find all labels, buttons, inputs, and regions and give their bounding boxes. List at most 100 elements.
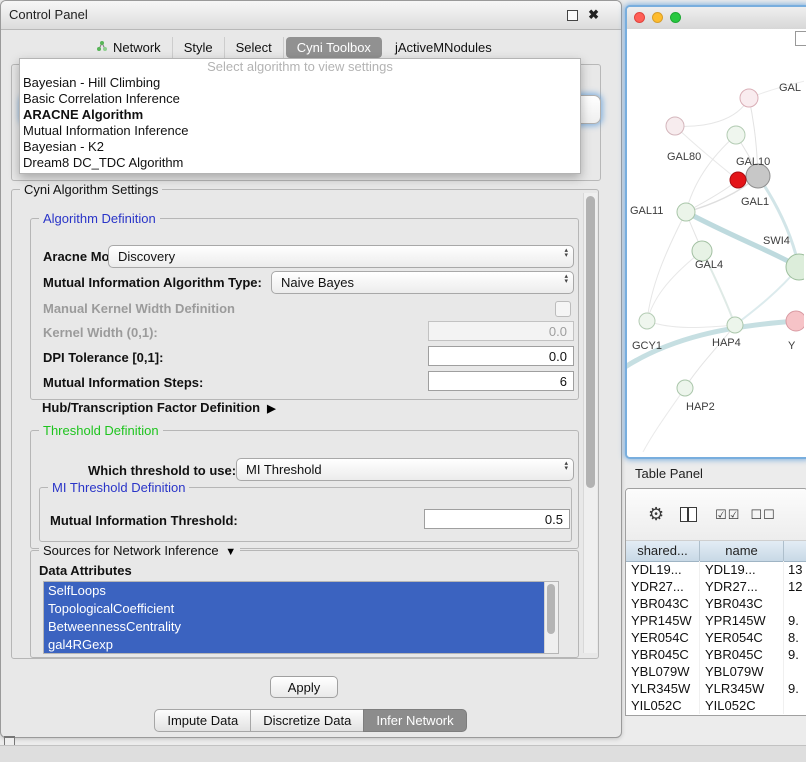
attribute-list-item[interactable]: TopologicalCoefficient	[44, 600, 545, 618]
combo-arrows-icon: ▴▾	[564, 274, 568, 284]
expanded-arrow-icon[interactable]: ▼	[225, 546, 236, 558]
attribute-list-item[interactable]: BetweennessCentrality	[44, 618, 545, 636]
gear-icon[interactable]: ⚙	[648, 504, 664, 525]
network-edge[interactable]	[647, 251, 702, 321]
select-all-checkboxes-icon[interactable]: ☑☑	[715, 507, 740, 523]
tab-style[interactable]: Style	[173, 37, 225, 58]
float-window-icon[interactable]	[567, 10, 578, 21]
attribute-list-item[interactable]: gal4RGexp	[44, 636, 545, 654]
dropdown-item[interactable]: Mutual Information Inference	[20, 123, 580, 139]
mac-zoom-button[interactable]	[670, 12, 681, 23]
network-window-titlebar[interactable]	[627, 7, 806, 30]
dropdown-item[interactable]: Bayesian - K2	[20, 139, 580, 155]
cell-extra: 8.	[784, 629, 806, 646]
table-row[interactable]: YDL19... YDL19... 13	[626, 561, 806, 578]
mi-threshold-title: MI Threshold Definition	[48, 480, 189, 495]
close-icon[interactable]: ✖	[588, 1, 599, 29]
scrollbar-thumb[interactable]	[586, 196, 595, 488]
list-scrollbar[interactable]	[544, 582, 558, 653]
dropdown-item[interactable]: Bayesian - Hill Climbing	[20, 75, 580, 91]
tab-select[interactable]: Select	[225, 37, 284, 58]
tab-label: jActiveMNodules	[395, 40, 492, 55]
cell-name: YBR045C	[700, 646, 784, 663]
collapsed-arrow-icon: ▶	[267, 403, 275, 415]
table-row[interactable]: YDR27... YDR27... 12	[626, 578, 806, 595]
network-node[interactable]	[740, 89, 758, 107]
deselect-all-checkboxes-icon[interactable]: ☐☐	[750, 507, 775, 523]
manual-kernel-label: Manual Kernel Width Definition	[43, 301, 235, 316]
cell-shared-name: YER054C	[626, 629, 700, 646]
node-label: GCY1	[632, 340, 662, 352]
network-node[interactable]	[727, 126, 745, 144]
table-row[interactable]: YER054C YER054C 8.	[626, 629, 806, 646]
tab-jactivemnodules[interactable]: jActiveMNodules	[384, 37, 503, 58]
mac-minimize-button[interactable]	[652, 12, 663, 23]
node-label: SWI4	[763, 235, 790, 247]
control-panel-titlebar[interactable]: Control Panel ✖	[1, 1, 621, 30]
dpi-tolerance-input[interactable]	[428, 346, 574, 366]
table-row[interactable]: YIL052C YIL052C	[626, 697, 806, 714]
network-edge[interactable]	[643, 388, 685, 452]
attribute-list-item[interactable]: SelfLoops	[44, 582, 545, 600]
network-edge[interactable]	[758, 176, 799, 267]
hub-tf-definition-toggle[interactable]: Hub/Transcription Factor Definition▶	[42, 400, 276, 415]
scrollbar-thumb[interactable]	[547, 584, 555, 634]
network-node[interactable]	[677, 203, 695, 221]
table-row[interactable]: YBL079W YBL079W	[626, 663, 806, 680]
sources-group: Sources for Network Inference ▼ Data Att…	[30, 550, 579, 658]
network-canvas[interactable]: GALGAL80GAL10GAL11GAL1SWI4GAL4GCY1HAP4YH…	[627, 29, 806, 457]
table-row[interactable]: YPR145W YPR145W 9.	[626, 612, 806, 629]
threshold-definition-title: Threshold Definition	[39, 423, 163, 438]
network-node[interactable]	[677, 380, 693, 396]
network-node[interactable]	[727, 317, 743, 333]
mac-close-button[interactable]	[634, 12, 645, 23]
cell-extra: 13	[784, 561, 806, 578]
cell-extra	[784, 697, 806, 714]
node-label: HAP4	[712, 337, 741, 349]
table-toolbar: ⚙ ☑☑ ☐☐	[626, 489, 806, 541]
network-node[interactable]	[692, 241, 712, 261]
table-row[interactable]: YLR345W YLR345W 9.	[626, 680, 806, 697]
mi-algorithm-select[interactable]: Naive Bayes ▴▾	[271, 271, 574, 294]
control-panel-window: Control Panel ✖ Network Style Select Cyn…	[0, 0, 622, 738]
node-label: HAP2	[686, 401, 715, 413]
tab-infer-network[interactable]: Infer Network	[363, 709, 466, 732]
table-row[interactable]: YBR043C YBR043C	[626, 595, 806, 612]
algorithm-dropdown-popup: Select algorithm to view settings Bayesi…	[19, 58, 581, 174]
cell-shared-name: YIL052C	[626, 697, 700, 714]
dropdown-item[interactable]: Dream8 DC_TDC Algorithm	[20, 155, 580, 171]
tab-label: Network	[113, 40, 161, 55]
network-node[interactable]	[730, 172, 746, 188]
column-header-extra[interactable]	[784, 541, 806, 561]
column-header-shared-name[interactable]: shared...	[626, 541, 700, 561]
tab-cyni-toolbox[interactable]: Cyni Toolbox	[286, 37, 382, 58]
combo-value: Naive Bayes	[281, 272, 354, 293]
settings-scrollbar[interactable]	[583, 193, 597, 653]
attribute-name: SelfLoops	[48, 583, 106, 598]
scroll-corner-box[interactable]	[795, 31, 806, 46]
which-threshold-select[interactable]: MI Threshold ▴▾	[236, 458, 574, 481]
network-node[interactable]	[666, 117, 684, 135]
network-edge[interactable]	[675, 98, 749, 126]
aracne-mode-select[interactable]: Discovery ▴▾	[108, 245, 574, 268]
network-edge[interactable]	[686, 135, 736, 212]
tab-impute-data[interactable]: Impute Data	[154, 709, 251, 732]
dropdown-item[interactable]: Basic Correlation Inference	[20, 91, 580, 107]
network-edge[interactable]	[647, 321, 735, 328]
apply-button[interactable]: Apply	[270, 676, 338, 698]
column-header-name[interactable]: name	[700, 541, 784, 561]
columns-icon[interactable]	[680, 507, 697, 522]
tab-discretize-data[interactable]: Discretize Data	[250, 709, 364, 732]
network-node[interactable]	[786, 311, 804, 331]
tab-network[interactable]: Network	[85, 37, 173, 58]
combo-arrows-icon: ▴▾	[564, 461, 568, 471]
table-row[interactable]: YBR045C YBR045C 9.	[626, 646, 806, 663]
mi-threshold-input[interactable]	[424, 509, 570, 529]
dropdown-item[interactable]: ARACNE Algorithm	[20, 107, 580, 123]
network-node[interactable]	[786, 254, 804, 280]
data-attributes-list[interactable]: SelfLoops TopologicalCoefficient Between…	[43, 581, 559, 654]
mi-steps-input[interactable]	[428, 371, 574, 391]
attr-list-items: SelfLoops TopologicalCoefficient Between…	[44, 582, 558, 654]
network-node[interactable]	[639, 313, 655, 329]
settings-group-title: Cyni Algorithm Settings	[20, 182, 162, 197]
